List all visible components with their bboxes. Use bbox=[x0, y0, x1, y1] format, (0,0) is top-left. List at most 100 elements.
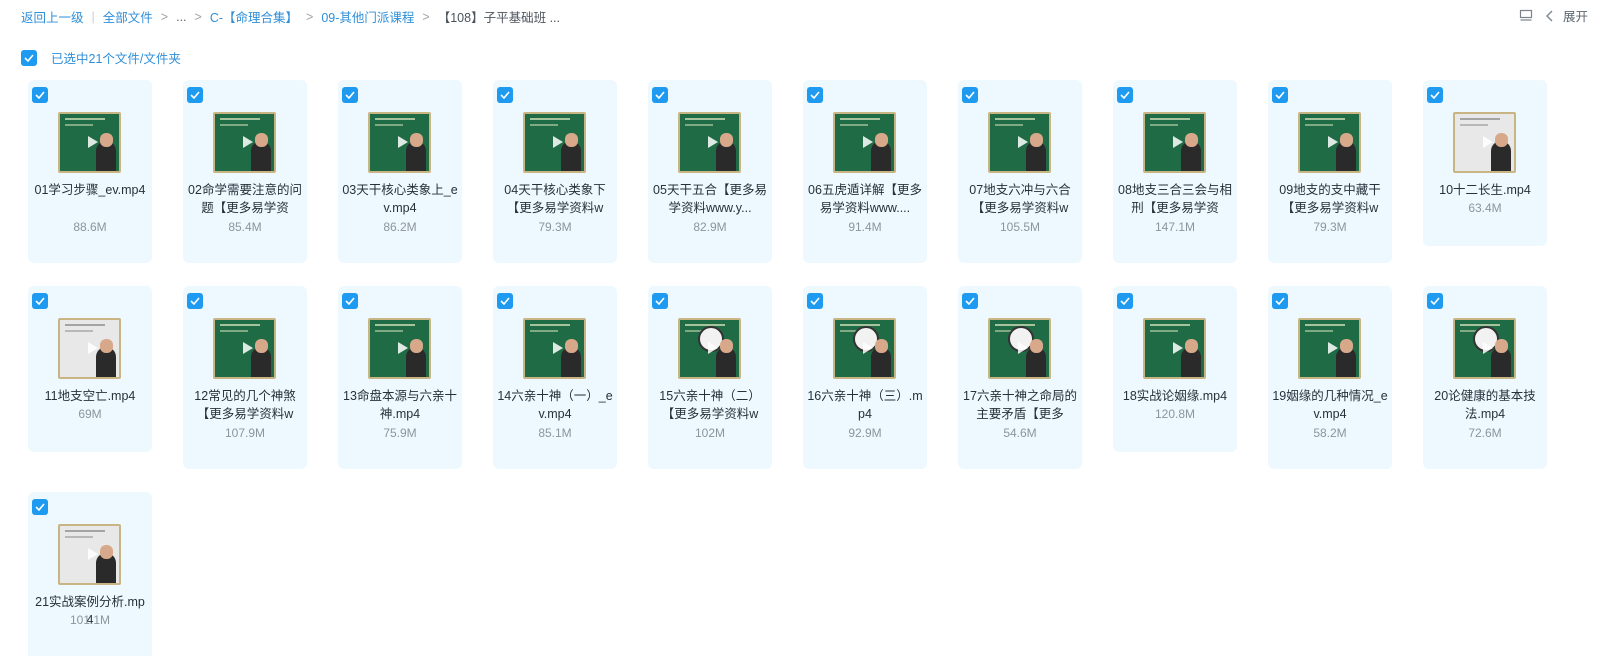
breadcrumb-folder-2[interactable]: 09-其他门派课程 bbox=[321, 7, 414, 26]
file-card[interactable]: 12常见的几个神煞【更多易学资料w 107.9M bbox=[183, 286, 307, 469]
file-size: 120.8M bbox=[1154, 407, 1196, 421]
check-icon bbox=[810, 297, 820, 305]
play-icon bbox=[1173, 136, 1183, 148]
file-name: 14六亲十神（一）_ev.mp4 bbox=[497, 389, 613, 421]
breadcrumb-all-files[interactable]: 全部文件 bbox=[103, 7, 153, 26]
view-tools: 展开 bbox=[1519, 6, 1588, 25]
video-thumbnail[interactable] bbox=[368, 112, 431, 173]
video-thumbnail[interactable] bbox=[58, 524, 121, 585]
file-size: 54.6M bbox=[1003, 426, 1037, 440]
video-thumbnail[interactable] bbox=[678, 112, 741, 173]
video-thumbnail[interactable] bbox=[1453, 112, 1516, 173]
check-icon bbox=[965, 297, 975, 305]
file-card[interactable]: 20论健康的基本技法.mp4 72.6M bbox=[1423, 286, 1547, 469]
file-checkbox[interactable] bbox=[652, 87, 668, 103]
file-card[interactable]: 05天干五合【更多易学资料www.y... 82.9M bbox=[648, 80, 772, 263]
file-checkbox[interactable] bbox=[342, 293, 358, 309]
file-checkbox[interactable] bbox=[807, 293, 823, 309]
file-checkbox[interactable] bbox=[652, 293, 668, 309]
video-thumbnail[interactable] bbox=[1143, 318, 1206, 379]
file-checkbox[interactable] bbox=[497, 293, 513, 309]
video-thumbnail[interactable] bbox=[1143, 112, 1206, 173]
file-checkbox[interactable] bbox=[342, 87, 358, 103]
file-card[interactable]: 17六亲十神之命局的主要矛盾【更多 54.6M bbox=[958, 286, 1082, 469]
video-thumbnail[interactable] bbox=[58, 112, 121, 173]
file-checkbox[interactable] bbox=[1272, 87, 1288, 103]
file-card[interactable]: 04天干核心类象下【更多易学资料w 79.3M bbox=[493, 80, 617, 263]
file-card[interactable]: 02命学需要注意的问题【更多易学资 85.4M bbox=[183, 80, 307, 263]
selection-count: 已选中21个文件/文件夹 bbox=[51, 52, 181, 66]
video-thumbnail[interactable] bbox=[833, 112, 896, 173]
video-thumbnail[interactable] bbox=[368, 318, 431, 379]
play-icon bbox=[1018, 342, 1028, 354]
check-icon bbox=[810, 91, 820, 99]
file-card[interactable]: 16六亲十神（三）.mp4 92.9M bbox=[803, 286, 927, 469]
file-card[interactable]: 10十二长生.mp4 63.4M bbox=[1423, 80, 1547, 246]
file-checkbox[interactable] bbox=[187, 87, 203, 103]
file-card[interactable]: 09地支的支中藏干【更多易学资料w 79.3M bbox=[1268, 80, 1392, 263]
file-size: 58.2M bbox=[1313, 426, 1347, 440]
play-icon bbox=[1328, 342, 1338, 354]
file-checkbox[interactable] bbox=[1272, 293, 1288, 309]
breadcrumb-folder-1[interactable]: C-【命理合集】 bbox=[210, 7, 298, 26]
file-checkbox[interactable] bbox=[497, 87, 513, 103]
file-card[interactable]: 13命盘本源与六亲十神.mp4 75.9M bbox=[338, 286, 462, 469]
video-thumbnail[interactable] bbox=[678, 318, 741, 379]
play-icon bbox=[553, 136, 563, 148]
video-thumbnail[interactable] bbox=[213, 112, 276, 173]
file-checkbox[interactable] bbox=[807, 87, 823, 103]
file-name: 13命盘本源与六亲十神.mp4 bbox=[343, 389, 457, 421]
file-card[interactable]: 07地支六冲与六合【更多易学资料w 105.5M bbox=[958, 80, 1082, 263]
file-size: 107.9M bbox=[224, 426, 266, 440]
file-card[interactable]: 11地支空亡.mp4 69M bbox=[28, 286, 152, 452]
file-size: 147.1M bbox=[1154, 220, 1196, 234]
video-thumbnail[interactable] bbox=[1453, 318, 1516, 379]
file-name: 12常见的几个神煞【更多易学资料w bbox=[194, 389, 296, 421]
file-size: 105.5M bbox=[999, 220, 1041, 234]
file-card[interactable]: 03天干核心类象上_ev.mp4 86.2M bbox=[338, 80, 462, 263]
file-name: 17六亲十神之命局的主要矛盾【更多 bbox=[963, 389, 1077, 421]
expand-button[interactable]: 展开 bbox=[1543, 6, 1588, 25]
file-checkbox[interactable] bbox=[962, 87, 978, 103]
file-card[interactable]: 15六亲十神（二）【更多易学资料w 102M bbox=[648, 286, 772, 469]
file-checkbox[interactable] bbox=[962, 293, 978, 309]
play-icon bbox=[1328, 136, 1338, 148]
file-card[interactable]: 08地支三合三会与相刑【更多易学资 147.1M bbox=[1113, 80, 1237, 263]
check-icon bbox=[500, 297, 510, 305]
video-thumbnail[interactable] bbox=[1298, 318, 1361, 379]
file-size: 102M bbox=[694, 426, 726, 440]
file-card[interactable]: 18实战论姻缘.mp4 120.8M bbox=[1113, 286, 1237, 452]
breadcrumb-ellipsis[interactable]: ... bbox=[176, 10, 186, 24]
file-card[interactable]: 19姻缘的几种情况_ev.mp4 58.2M bbox=[1268, 286, 1392, 469]
file-name: 04天干核心类象下【更多易学资料w bbox=[504, 183, 606, 215]
file-name: 15六亲十神（二）【更多易学资料w bbox=[659, 389, 761, 421]
play-icon bbox=[88, 136, 98, 148]
video-thumbnail[interactable] bbox=[1298, 112, 1361, 173]
video-thumbnail[interactable] bbox=[523, 318, 586, 379]
file-checkbox[interactable] bbox=[32, 87, 48, 103]
file-name: 06五虎遁详解【更多易学资料www.... bbox=[808, 183, 922, 215]
file-checkbox[interactable] bbox=[1427, 87, 1443, 103]
file-checkbox[interactable] bbox=[1117, 87, 1133, 103]
file-card[interactable]: 06五虎遁详解【更多易学资料www.... 91.4M bbox=[803, 80, 927, 263]
select-all-checkbox[interactable] bbox=[21, 49, 37, 66]
video-thumbnail[interactable] bbox=[58, 318, 121, 379]
video-thumbnail[interactable] bbox=[213, 318, 276, 379]
file-checkbox[interactable] bbox=[187, 293, 203, 309]
video-thumbnail[interactable] bbox=[833, 318, 896, 379]
file-checkbox[interactable] bbox=[32, 499, 48, 515]
play-icon bbox=[1483, 342, 1493, 354]
file-card[interactable]: 01学习步骤_ev.mp4 88.6M bbox=[28, 80, 152, 263]
back-link[interactable]: 返回上一级 bbox=[21, 7, 84, 26]
file-checkbox[interactable] bbox=[1117, 293, 1133, 309]
video-thumbnail[interactable] bbox=[523, 112, 586, 173]
file-checkbox[interactable] bbox=[32, 293, 48, 309]
video-thumbnail[interactable] bbox=[988, 318, 1051, 379]
list-view-icon[interactable] bbox=[1519, 9, 1533, 23]
file-checkbox[interactable] bbox=[1427, 293, 1443, 309]
check-icon bbox=[35, 297, 45, 305]
play-icon bbox=[708, 342, 718, 354]
video-thumbnail[interactable] bbox=[988, 112, 1051, 173]
file-card[interactable]: 14六亲十神（一）_ev.mp4 85.1M bbox=[493, 286, 617, 469]
file-card[interactable]: 21实战案例分析.mp4 101.1M bbox=[28, 492, 152, 656]
